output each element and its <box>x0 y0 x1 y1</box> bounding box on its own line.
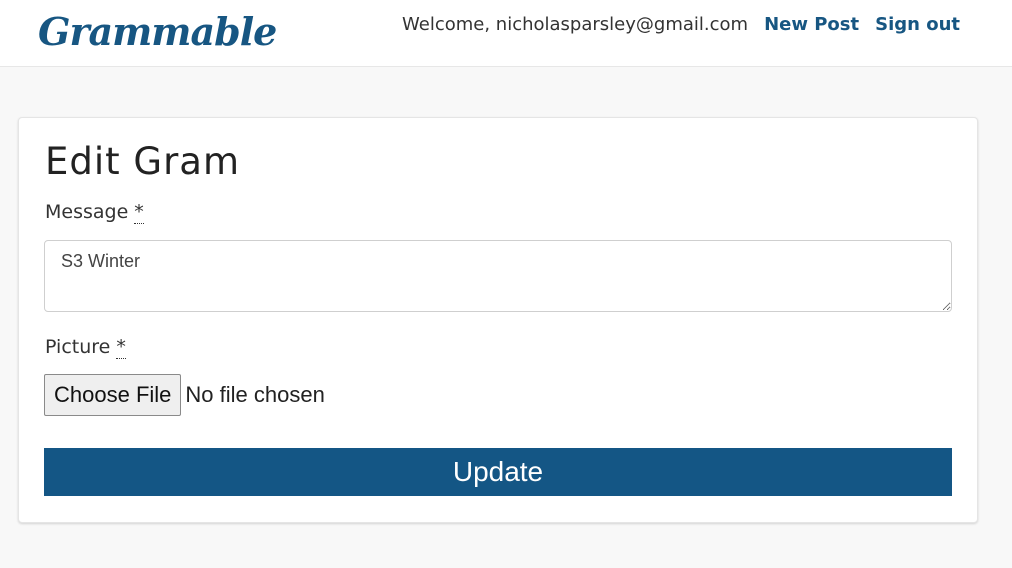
sign-out-link[interactable]: Sign out <box>875 14 960 35</box>
welcome-message: Welcome, nicholasparsley@gmail.com <box>402 13 749 35</box>
update-button[interactable]: Update <box>44 448 952 496</box>
user-nav: Welcome, nicholasparsley@gmail.com New P… <box>402 12 960 36</box>
page-title: Edit Gram <box>45 140 241 183</box>
picture-label-text: Picture <box>45 336 111 358</box>
brand-logo-link[interactable]: Grammable <box>38 2 277 62</box>
picture-file-input: Choose File No file chosen <box>44 374 325 416</box>
choose-file-button[interactable]: Choose File <box>44 374 182 416</box>
top-navbar: Grammable Welcome, nicholasparsley@gmail… <box>0 0 1012 67</box>
edit-gram-card: Edit Gram Message * S3 Winter Picture * Ch… <box>18 117 978 523</box>
message-label: Message * <box>45 200 144 224</box>
message-label-text: Message <box>45 201 129 223</box>
message-textarea[interactable]: S3 Winter <box>44 240 952 312</box>
new-post-link[interactable]: New Post <box>764 14 859 35</box>
required-marker: * <box>116 336 126 359</box>
required-marker: * <box>134 201 144 224</box>
picture-label: Picture * <box>45 335 126 359</box>
file-chosen-status: No file chosen <box>185 382 325 407</box>
